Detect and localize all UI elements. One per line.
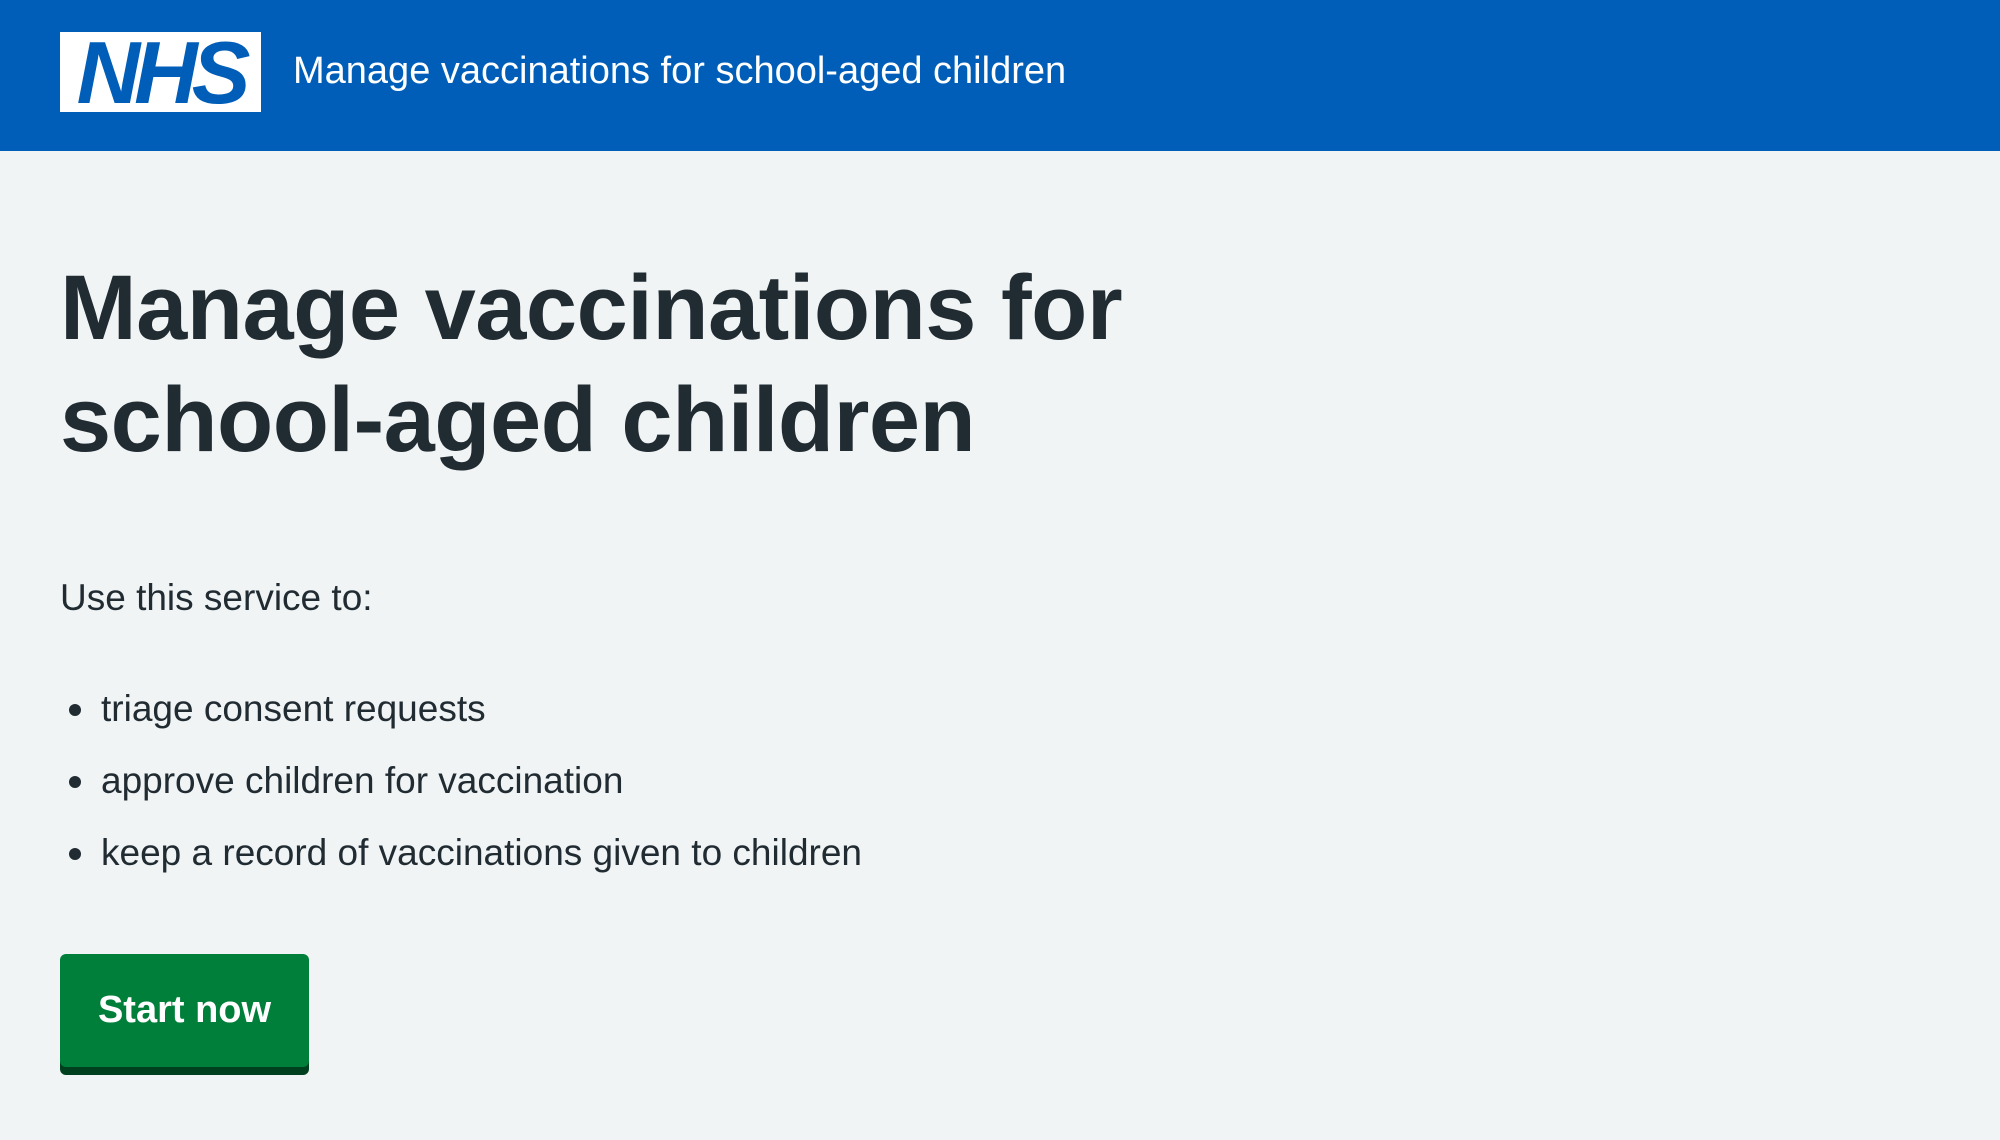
bullet-dot-icon [69, 848, 81, 860]
nhs-logo-text: NHS [77, 32, 250, 112]
bullet-dot-icon [69, 776, 81, 788]
nhs-logo-icon[interactable]: NHS [60, 32, 261, 112]
nhs-logo-svg: NHS [60, 32, 261, 112]
service-name[interactable]: Manage vaccinations for school-aged chil… [293, 0, 1066, 142]
list-item-text: keep a record of vaccinations given to c… [101, 832, 862, 873]
service-uses-list: triage consent requests approve children… [60, 673, 862, 889]
start-now-button[interactable]: Start now [60, 954, 309, 1067]
site-header: NHS Manage vaccinations for school-aged … [0, 0, 2000, 151]
bullet-dot-icon [69, 704, 81, 716]
list-item-text: triage consent requests [101, 688, 486, 729]
list-item: keep a record of vaccinations given to c… [60, 817, 862, 889]
list-item: triage consent requests [60, 673, 862, 745]
list-item: approve children for vaccination [60, 745, 862, 817]
list-item-text: approve children for vaccination [101, 760, 624, 801]
page-title: Manage vaccinations for school-aged chil… [60, 257, 1123, 471]
intro-text: Use this service to: [60, 577, 373, 618]
